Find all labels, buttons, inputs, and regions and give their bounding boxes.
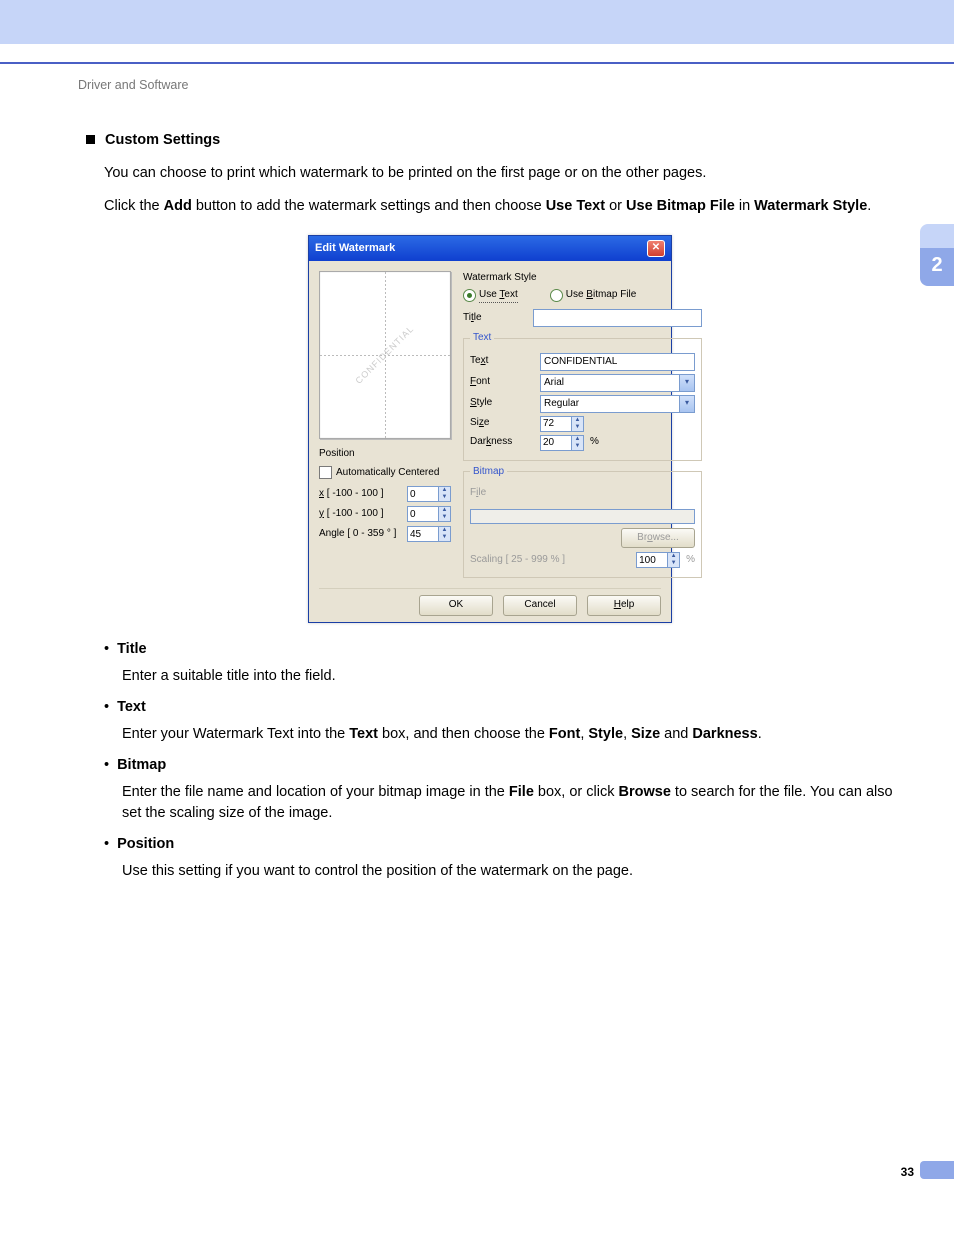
spin-up-icon[interactable]: ▲ <box>439 487 450 494</box>
use-bitmap-radio[interactable]: Use Bitmap File <box>550 288 637 304</box>
spin-up-icon[interactable]: ▲ <box>572 417 583 424</box>
darkness-spinner[interactable]: ▲▼ <box>540 435 584 451</box>
y-input[interactable] <box>407 506 439 522</box>
spin-up-icon[interactable]: ▲ <box>439 507 450 514</box>
bitmap-group: Bitmap File Browse... Scaling [ 25 - 999… <box>463 465 702 579</box>
x-spinner[interactable]: ▲▼ <box>407 486 451 502</box>
dropdown-icon[interactable]: ▾ <box>679 395 695 413</box>
section-title: Custom Settings <box>105 132 220 148</box>
dropdown-icon[interactable]: ▾ <box>679 374 695 392</box>
text-legend: Text <box>470 331 494 346</box>
description-list: •Title Enter a suitable title into the f… <box>104 639 894 882</box>
spin-up-icon[interactable]: ▲ <box>439 527 450 534</box>
angle-row: Angle [ 0 - 359 ° ] ▲▼ <box>319 526 451 542</box>
scaling-spinner: ▲▼ <box>636 552 680 568</box>
close-button[interactable]: ✕ <box>647 240 665 257</box>
font-label: Font <box>470 375 534 390</box>
desc-bitmap: •Bitmap Enter the file name and location… <box>104 755 894 824</box>
text-input[interactable] <box>540 353 695 371</box>
dialog-title: Edit Watermark <box>315 241 395 257</box>
dialog-button-row: OK Cancel Help <box>319 588 661 616</box>
browse-button: Browse... <box>621 528 695 549</box>
spin-down-icon[interactable]: ▼ <box>439 534 450 541</box>
style-radio-group: Use Text Use Bitmap File <box>463 288 702 304</box>
header-label: Driver and Software <box>78 78 954 92</box>
darkness-label: Darkness <box>470 435 534 450</box>
instruction-paragraph: Click the Add button to add the watermar… <box>104 196 894 217</box>
darkness-input[interactable] <box>540 435 572 451</box>
watermark-preview: CONFIDENTIAL <box>319 271 451 439</box>
auto-centered-checkbox[interactable]: Automatically Centered <box>319 466 451 481</box>
style-input[interactable] <box>540 395 679 413</box>
desc-title: •Title Enter a suitable title into the f… <box>104 639 894 687</box>
title-input[interactable] <box>533 309 702 327</box>
percent-label: % <box>590 435 599 450</box>
scaling-label: Scaling [ 25 - 999 % ] <box>470 553 630 568</box>
square-bullet-icon <box>86 135 95 144</box>
content-area: Custom Settings You can choose to print … <box>86 130 894 882</box>
text-group: Text Text Font ▾ <box>463 331 702 461</box>
spin-down-icon: ▼ <box>668 560 679 567</box>
angle-input[interactable] <box>407 526 439 542</box>
intro-paragraph: You can choose to print which watermark … <box>104 163 894 184</box>
scaling-input <box>636 552 668 568</box>
desc-position: •Position Use this setting if you want t… <box>104 834 894 882</box>
edit-watermark-dialog: Edit Watermark ✕ CONFIDENTIAL Position <box>308 235 672 623</box>
y-position-row: y [ -100 - 100 ] ▲▼ <box>319 506 451 522</box>
chapter-tab: 2 <box>920 224 954 286</box>
size-label: Size <box>470 416 534 431</box>
document-page: Driver and Software 2 Custom Settings Yo… <box>0 0 954 1235</box>
x-input[interactable] <box>407 486 439 502</box>
angle-spinner[interactable]: ▲▼ <box>407 526 451 542</box>
size-input[interactable] <box>540 416 572 432</box>
page-number: 33 <box>901 1165 914 1179</box>
position-label: Position <box>319 447 451 462</box>
section-heading: Custom Settings <box>86 130 894 151</box>
watermark-style-label: Watermark Style <box>463 271 702 286</box>
page-number-tab <box>920 1161 954 1179</box>
spin-down-icon[interactable]: ▼ <box>572 443 583 450</box>
title-row: Title <box>463 309 702 327</box>
checkbox-icon <box>319 466 332 479</box>
radio-icon <box>550 289 563 302</box>
spin-up-icon[interactable]: ▲ <box>572 436 583 443</box>
spin-down-icon[interactable]: ▼ <box>572 424 583 431</box>
size-spinner[interactable]: ▲▼ <box>540 416 584 432</box>
file-input <box>470 509 695 524</box>
title-label: Title <box>463 311 527 326</box>
font-input[interactable] <box>540 374 679 392</box>
spin-down-icon[interactable]: ▼ <box>439 494 450 501</box>
ok-button[interactable]: OK <box>419 595 493 616</box>
text-label: Text <box>470 354 534 369</box>
x-position-row: x [ -100 - 100 ] ▲▼ <box>319 486 451 502</box>
dialog-titlebar[interactable]: Edit Watermark ✕ <box>309 236 671 261</box>
spin-down-icon[interactable]: ▼ <box>439 514 450 521</box>
spin-up-icon: ▲ <box>668 553 679 560</box>
radio-icon <box>463 289 476 302</box>
top-band <box>0 0 954 44</box>
use-text-radio[interactable]: Use Text <box>463 288 518 304</box>
cancel-button[interactable]: Cancel <box>503 595 577 616</box>
help-button[interactable]: Help <box>587 595 661 616</box>
header-rule <box>0 62 954 64</box>
font-combo[interactable]: ▾ <box>540 374 695 392</box>
percent-label: % <box>686 553 695 568</box>
style-label: Style <box>470 396 534 411</box>
chapter-number: 2 <box>920 248 954 286</box>
bitmap-legend: Bitmap <box>470 465 507 480</box>
desc-text: •Text Enter your Watermark Text into the… <box>104 697 894 745</box>
style-combo[interactable]: ▾ <box>540 395 695 413</box>
y-spinner[interactable]: ▲▼ <box>407 506 451 522</box>
file-label: File <box>470 486 695 501</box>
auto-centered-label: Automatically Centered <box>336 466 439 481</box>
